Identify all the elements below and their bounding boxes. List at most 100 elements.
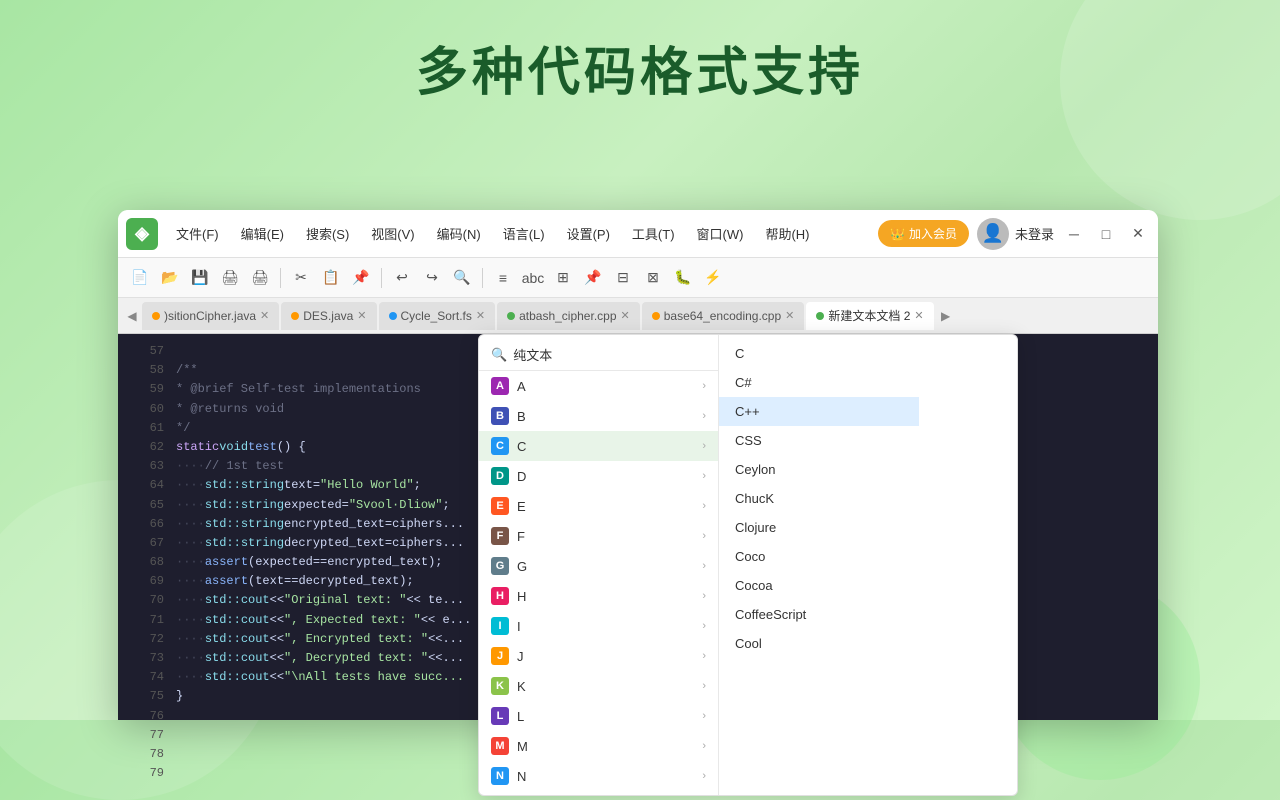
lang-letter-badge: K: [491, 677, 509, 695]
chevron-right-icon: ›: [702, 380, 706, 392]
tab-label: 新建文本文档 2: [828, 307, 910, 324]
toolbar: 📄 📂 💾 🖨 🖨 ✂ 📋 📌 ↩ ↪ 🔍 ≡ abc ⊞ 📌 ⊟ ⊠ 🐛 ⚡: [118, 258, 1158, 298]
lang-letter-item-b[interactable]: BB›: [479, 401, 718, 431]
menu-item-0[interactable]: 文件(F): [166, 220, 229, 247]
chevron-right-icon: ›: [702, 560, 706, 572]
tab-dot: [389, 312, 397, 320]
tab-label: Cycle_Sort.fs: [401, 309, 472, 323]
hex-btn[interactable]: ⊠: [639, 264, 667, 292]
tab-close[interactable]: ✕: [785, 309, 794, 322]
lang-letter-item-f[interactable]: FF›: [479, 521, 718, 551]
lang-letter-label: M: [517, 739, 528, 754]
align-btn[interactable]: ⊞: [549, 264, 577, 292]
chevron-right-icon: ›: [702, 590, 706, 602]
lang-letter-label: G: [517, 559, 527, 574]
redo-btn[interactable]: ↪: [418, 264, 446, 292]
lang-letter-item-a[interactable]: AA›: [479, 371, 718, 401]
maximize-button[interactable]: □: [1094, 222, 1118, 246]
menu-item-3[interactable]: 视图(V): [361, 220, 424, 247]
list-btn[interactable]: ≡: [489, 264, 517, 292]
title-bar: ◈ 文件(F)编辑(E)搜索(S)视图(V)编码(N)语言(L)设置(P)工具(…: [118, 210, 1158, 258]
menu-item-6[interactable]: 设置(P): [557, 220, 620, 247]
tab-close[interactable]: ✕: [621, 309, 630, 322]
bug-btn[interactable]: 🐛: [669, 264, 697, 292]
lang-letter-item-h[interactable]: HH›: [479, 581, 718, 611]
lang-letter-item-n[interactable]: NN›: [479, 761, 718, 791]
search-btn[interactable]: 🔍: [448, 264, 476, 292]
table-btn[interactable]: ⊟: [609, 264, 637, 292]
crown-icon: 👑: [890, 227, 905, 241]
tab-atbash[interactable]: atbash_cipher.cpp ✕: [497, 302, 640, 330]
logo-icon: ◈: [135, 223, 149, 244]
lang-letter-item-g[interactable]: GG›: [479, 551, 718, 581]
save-all-btn[interactable]: 🖨: [216, 264, 244, 292]
lang-letter-item-c[interactable]: CC›: [479, 431, 718, 461]
print-btn[interactable]: 🖨: [246, 264, 274, 292]
abc-btn[interactable]: abc: [519, 264, 547, 292]
minimize-button[interactable]: ─: [1062, 222, 1086, 246]
lang-letter-label: C: [517, 439, 526, 454]
tab-close[interactable]: ✕: [357, 309, 366, 322]
paste-btn[interactable]: 📌: [347, 264, 375, 292]
lang-letter-item-j[interactable]: JJ›: [479, 641, 718, 671]
open-btn[interactable]: 📂: [156, 264, 184, 292]
toolbar-sep-2: [381, 268, 382, 288]
sublang-item-coco[interactable]: Coco: [719, 542, 919, 571]
lang-letter-item-m[interactable]: MM›: [479, 731, 718, 761]
menu-item-2[interactable]: 搜索(S): [296, 220, 359, 247]
tab-close[interactable]: ✕: [476, 309, 485, 322]
menu-item-7[interactable]: 工具(T): [622, 220, 685, 247]
menu-item-4[interactable]: 编码(N): [427, 220, 491, 247]
pin-btn[interactable]: 📌: [579, 264, 607, 292]
new-file-btn[interactable]: 📄: [126, 264, 154, 292]
user-label: 未登录: [1015, 224, 1054, 243]
toolbar-sep-1: [280, 268, 281, 288]
lang-letter-badge: F: [491, 527, 509, 545]
copy-btn[interactable]: 📋: [317, 264, 345, 292]
sublang-item-c[interactable]: C: [719, 339, 919, 368]
lang-search-text: 纯文本: [513, 345, 552, 364]
tab-close[interactable]: ✕: [914, 309, 923, 322]
tab-cyclesort[interactable]: Cycle_Sort.fs ✕: [379, 302, 496, 330]
tab-positioncipher[interactable]: )sitionCipher.java ✕: [142, 302, 279, 330]
save-btn[interactable]: 💾: [186, 264, 214, 292]
undo-btn[interactable]: ↩: [388, 264, 416, 292]
tab-label: DES.java: [303, 309, 353, 323]
tab-close[interactable]: ✕: [260, 309, 269, 322]
sublang-item-chuck[interactable]: ChucK: [719, 484, 919, 513]
lang-letter-item-l[interactable]: LL›: [479, 701, 718, 731]
close-button[interactable]: ✕: [1126, 222, 1150, 246]
chevron-right-icon: ›: [702, 530, 706, 542]
lang-letter-item-e[interactable]: EE›: [479, 491, 718, 521]
sublang-item-cool[interactable]: Cool: [719, 629, 919, 658]
tab-arrow-left[interactable]: ◀: [122, 306, 142, 326]
menu-item-1[interactable]: 编辑(E): [231, 220, 294, 247]
menu-item-9[interactable]: 帮助(H): [755, 220, 819, 247]
tab-arrow-right[interactable]: ▶: [936, 306, 956, 326]
tab-base64[interactable]: base64_encoding.cpp ✕: [642, 302, 805, 330]
lang-letter-label: D: [517, 469, 526, 484]
sublang-item-cocoa[interactable]: Cocoa: [719, 571, 919, 600]
user-area[interactable]: 👤 未登录: [977, 218, 1054, 250]
sublang-item-coffeescript[interactable]: CoffeeScript: [719, 600, 919, 629]
menu-item-8[interactable]: 窗口(W): [687, 220, 754, 247]
sublang-item-ceylon[interactable]: Ceylon: [719, 455, 919, 484]
sublang-item-c++[interactable]: C++: [719, 397, 919, 426]
sublang-item-css[interactable]: CSS: [719, 426, 919, 455]
lang-letter-badge: E: [491, 497, 509, 515]
chevron-right-icon: ›: [702, 440, 706, 452]
join-label: 加入会员: [909, 225, 957, 242]
lightning-btn[interactable]: ⚡: [699, 264, 727, 292]
sublang-item-clojure[interactable]: Clojure: [719, 513, 919, 542]
lang-letter-item-d[interactable]: DD›: [479, 461, 718, 491]
tab-label: atbash_cipher.cpp: [519, 309, 616, 323]
tab-newdoc[interactable]: 新建文本文档 2 ✕: [806, 302, 933, 330]
join-member-button[interactable]: 👑 加入会员: [878, 220, 969, 247]
sublang-item-c#[interactable]: C#: [719, 368, 919, 397]
chevron-right-icon: ›: [702, 740, 706, 752]
tab-des[interactable]: DES.java ✕: [281, 302, 376, 330]
lang-letter-item-k[interactable]: KK›: [479, 671, 718, 701]
cut-btn[interactable]: ✂: [287, 264, 315, 292]
menu-item-5[interactable]: 语言(L): [493, 220, 555, 247]
lang-letter-item-i[interactable]: II›: [479, 611, 718, 641]
